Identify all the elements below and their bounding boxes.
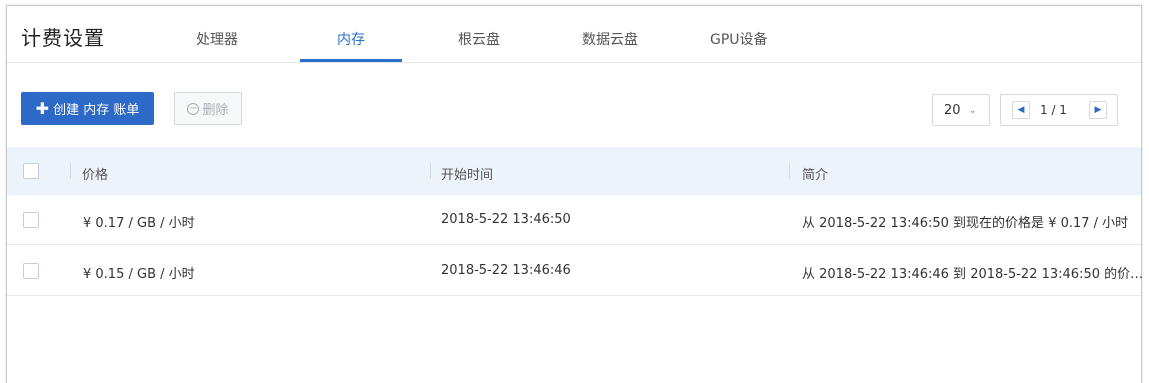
table-row[interactable]: ¥ 0.15 / GB / 小时 2018-5-22 13:46:46 从 20… xyxy=(7,246,1144,296)
prev-page-icon[interactable]: ◀ xyxy=(1012,101,1030,119)
create-memory-bill-button[interactable]: ✚ 创建 内存 账单 xyxy=(21,92,154,125)
chevron-down-icon: ⌄ xyxy=(968,104,977,116)
tab-gpu-device[interactable]: GPU设备 xyxy=(710,29,768,49)
column-divider xyxy=(70,163,71,179)
column-header-price[interactable]: 价格 xyxy=(82,164,108,183)
column-header-start-time[interactable]: 开始时间 xyxy=(441,164,493,183)
column-divider xyxy=(430,163,431,179)
price-cell: ¥ 0.17 / GB / 小时 xyxy=(83,216,195,231)
delete-button-label: 删除 xyxy=(202,103,229,118)
select-all-checkbox[interactable] xyxy=(23,163,39,179)
column-divider xyxy=(789,163,790,179)
create-button-label: 创建 内存 账单 xyxy=(53,103,140,118)
page-title: 计费设置 xyxy=(21,26,105,50)
row-checkbox[interactable] xyxy=(23,263,39,279)
header: 计费设置 处理器 内存 根云盘 数据云盘 GPU设备 xyxy=(7,6,1141,63)
start-time-cell: 2018-5-22 13:46:50 xyxy=(441,212,571,227)
description-cell: 从 2018-5-22 13:46:50 到现在的价格是 ¥ 0.17 / 小时 xyxy=(802,216,1129,231)
table-row[interactable]: ¥ 0.17 / GB / 小时 2018-5-22 13:46:50 从 20… xyxy=(7,195,1141,245)
page-indicator: 1 / 1 xyxy=(1040,103,1067,117)
active-tab-indicator xyxy=(300,59,402,62)
delete-button[interactable]: − 删除 xyxy=(174,92,242,125)
next-page-icon[interactable]: ▶ xyxy=(1089,101,1107,119)
row-checkbox[interactable] xyxy=(23,212,39,228)
tab-data-volume[interactable]: 数据云盘 xyxy=(582,29,638,49)
start-time-cell: 2018-5-22 13:46:46 xyxy=(441,263,571,278)
tab-processor[interactable]: 处理器 xyxy=(196,29,238,49)
description-cell: 从 2018-5-22 13:46:46 到 2018-5-22 13:46:5… xyxy=(802,267,1144,282)
pagination: ◀ 1 / 1 ▶ xyxy=(1000,94,1118,126)
page-size-value: 20 xyxy=(944,102,961,118)
column-header-description[interactable]: 简介 xyxy=(802,164,828,183)
plus-icon: ✚ xyxy=(35,98,50,118)
tab-root-volume[interactable]: 根云盘 xyxy=(458,29,500,49)
page-size-select[interactable]: 20 ⌄ xyxy=(932,94,990,126)
billing-settings-panel: 计费设置 处理器 内存 根云盘 数据云盘 GPU设备 ✚ 创建 内存 账单 − … xyxy=(6,5,1144,383)
minus-circle-icon: − xyxy=(187,102,200,115)
table-header: 价格 开始时间 简介 xyxy=(7,147,1141,195)
tab-memory[interactable]: 内存 xyxy=(337,29,365,49)
price-cell: ¥ 0.15 / GB / 小时 xyxy=(83,267,195,282)
